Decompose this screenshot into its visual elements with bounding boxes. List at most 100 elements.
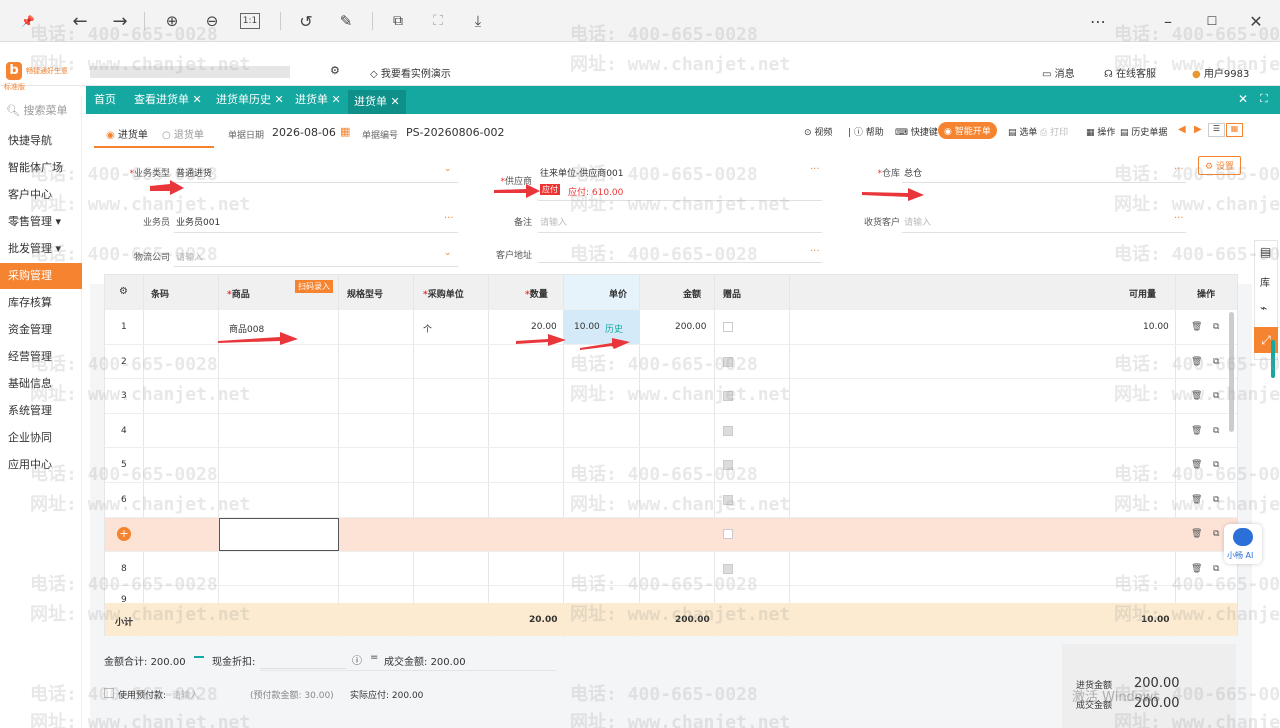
tab-purchase-active[interactable]: 进货单 ✕ xyxy=(348,90,406,114)
logistics-input[interactable]: 请输入 xyxy=(176,250,203,263)
smart-order-button[interactable]: ◉ 智能开单 xyxy=(938,122,997,139)
expand-icon[interactable]: ⛶ xyxy=(1260,92,1268,106)
radio-purchase[interactable]: ◉ 进货单 xyxy=(106,126,148,141)
address-more-icon[interactable]: ··· xyxy=(810,246,820,257)
discount-input[interactable] xyxy=(260,668,346,669)
copy-icon[interactable]: ⧉ xyxy=(1213,460,1219,470)
gift-checkbox[interactable] xyxy=(723,564,733,574)
row1-qty[interactable]: 20.00 xyxy=(531,322,557,332)
delete-icon[interactable]: 🗑︎ xyxy=(1191,564,1202,574)
actual-size-icon[interactable]: 1:1 xyxy=(240,13,260,29)
chevron-down-icon[interactable]: ⌄ xyxy=(444,248,452,258)
receive-more-icon[interactable]: ··· xyxy=(1174,213,1184,224)
sidebar-item-apps[interactable]: 应用中心 xyxy=(0,452,82,478)
copy-icon[interactable]: ⧉ xyxy=(1213,495,1219,505)
user-menu[interactable]: ● 用户9983 xyxy=(1192,65,1249,80)
date-value[interactable]: 2026-08-06 xyxy=(272,126,336,139)
list-view-icon[interactable]: ☰ xyxy=(1208,123,1225,137)
sidebar-item-customer[interactable]: 客户中心 xyxy=(0,182,82,208)
salesman-input[interactable]: 业务员001 xyxy=(176,215,220,228)
copy-icon[interactable]: ⧉ xyxy=(1213,357,1219,367)
demo-link[interactable]: ◇ 我要看实例演示 xyxy=(370,65,451,80)
pin-icon[interactable]: 📌 xyxy=(16,9,40,33)
sidebar-item-operations[interactable]: 经营管理 xyxy=(0,344,82,370)
gear-icon[interactable]: ⚙ xyxy=(330,64,340,77)
delete-icon[interactable]: 🗑︎ xyxy=(1191,495,1202,505)
sidebar-item-quick-nav[interactable]: 快捷导航 xyxy=(0,128,82,154)
sidebar-item-agent-plaza[interactable]: 智能体广场 xyxy=(0,155,82,181)
row1-price[interactable]: 10.00 xyxy=(574,322,600,332)
settings-button[interactable]: ⚙ 设置 xyxy=(1198,156,1241,175)
close-icon[interactable]: ✕ xyxy=(391,95,400,108)
column-settings-icon[interactable]: ⚙ xyxy=(119,286,128,297)
ai-assistant-button[interactable]: 小畅 AI xyxy=(1224,524,1262,564)
sidebar-item-wholesale[interactable]: 批发管理 ▾ xyxy=(0,236,82,262)
zoom-in-icon[interactable]: ⊕ xyxy=(160,9,184,33)
more-icon[interactable]: ⋯ xyxy=(1086,9,1110,33)
salesman-more-icon[interactable]: ··· xyxy=(444,213,454,224)
prepay-checkbox[interactable] xyxy=(104,688,114,698)
tab-view-purchase[interactable]: 查看进货单 ✕ xyxy=(134,86,202,114)
delete-icon[interactable]: 🗑︎ xyxy=(1191,391,1202,401)
product-input-cell[interactable] xyxy=(219,518,339,551)
back-icon[interactable]: ← xyxy=(68,9,92,33)
grid-scrollbar[interactable] xyxy=(1229,312,1234,432)
add-row-icon[interactable]: + xyxy=(117,527,131,541)
sidebar-item-retail[interactable]: 零售管理 ▾ xyxy=(0,209,82,235)
rail-scrollbar[interactable] xyxy=(1271,340,1275,378)
gift-checkbox[interactable] xyxy=(723,460,733,470)
close-icon[interactable]: ✕ xyxy=(332,93,341,106)
attachment-icon[interactable]: ⌁ xyxy=(1260,301,1267,315)
warehouse-input[interactable]: 总仓 xyxy=(904,166,922,179)
messages-button[interactable]: ▭ 消息 xyxy=(1042,65,1075,80)
warehouse-icon[interactable]: 库 xyxy=(1260,274,1270,289)
supplier-more-icon[interactable]: ··· xyxy=(810,164,820,175)
prepay-input[interactable]: 请输入 xyxy=(172,688,199,701)
help-button[interactable]: | ⓘ 帮助 xyxy=(848,125,884,138)
minimize-icon[interactable]: – xyxy=(1156,9,1180,33)
copy-icon[interactable]: ⧉ xyxy=(1213,322,1219,332)
copy-icon[interactable]: ⧉ xyxy=(1213,391,1219,401)
remark-input[interactable]: 请输入 xyxy=(540,215,567,228)
delete-icon[interactable]: 🗑︎ xyxy=(1191,322,1202,332)
document-icon[interactable]: ▤ xyxy=(1260,245,1271,259)
copy-icon[interactable]: ⧉ xyxy=(1213,564,1219,574)
gift-checkbox[interactable] xyxy=(723,322,733,332)
download-icon[interactable]: ⤓ xyxy=(466,9,490,33)
gift-checkbox[interactable] xyxy=(723,426,733,436)
delete-icon[interactable]: 🗑︎ xyxy=(1191,357,1202,367)
supplier-input[interactable]: 往来单位-供应商001 xyxy=(540,166,623,179)
video-button[interactable]: ⊙ 视频 xyxy=(804,125,832,138)
radio-return[interactable]: ○ 退货单 xyxy=(162,126,204,141)
zoom-out-icon[interactable]: ⊖ xyxy=(200,9,224,33)
delete-icon[interactable]: 🗑︎ xyxy=(1191,529,1202,539)
shortcut-button[interactable]: ⌨ 快捷键 xyxy=(895,125,938,138)
row1-product[interactable]: 商品008 xyxy=(229,322,264,335)
gift-checkbox[interactable] xyxy=(723,495,733,505)
history-docs-button[interactable]: ▤ 历史单据 xyxy=(1120,125,1167,138)
menu-search-input[interactable]: 🔍︎ 搜索菜单 xyxy=(6,102,78,122)
gift-checkbox[interactable] xyxy=(723,529,733,539)
rotate-icon[interactable]: ↺ xyxy=(294,9,318,33)
tab-purchase[interactable]: 进货单 ✕ xyxy=(295,86,341,114)
close-icon[interactable]: ✕ xyxy=(193,93,202,106)
operations-button[interactable]: ▦ 操作 xyxy=(1086,125,1115,138)
warehouse-more-icon[interactable]: ··· xyxy=(1174,164,1184,175)
chevron-down-icon[interactable]: ⌄ xyxy=(444,164,452,174)
sidebar-item-inventory[interactable]: 库存核算 xyxy=(0,290,82,316)
close-icon[interactable]: ✕ xyxy=(275,93,284,106)
forward-icon[interactable]: → xyxy=(108,9,132,33)
gift-checkbox[interactable] xyxy=(723,357,733,367)
sidebar-item-funds[interactable]: 资金管理 xyxy=(0,317,82,343)
question-icon[interactable]: ⓘ xyxy=(352,652,362,667)
maximize-icon[interactable]: ☐ xyxy=(1200,9,1224,33)
price-history-link[interactable]: 历史 xyxy=(605,322,623,335)
close-icon[interactable]: ✕ xyxy=(1244,9,1268,33)
scan-entry-button[interactable]: 扫码录入 xyxy=(295,280,333,293)
row1-unit[interactable]: 个 xyxy=(423,322,432,335)
delete-icon[interactable]: 🗑︎ xyxy=(1191,426,1202,436)
support-button[interactable]: ☊ 在线客服 xyxy=(1104,65,1156,80)
sidebar-item-collab[interactable]: 企业协同 xyxy=(0,425,82,451)
edit-icon[interactable]: ✎ xyxy=(334,9,358,33)
tab-purchase-history[interactable]: 进货单历史 ✕ xyxy=(216,86,284,114)
